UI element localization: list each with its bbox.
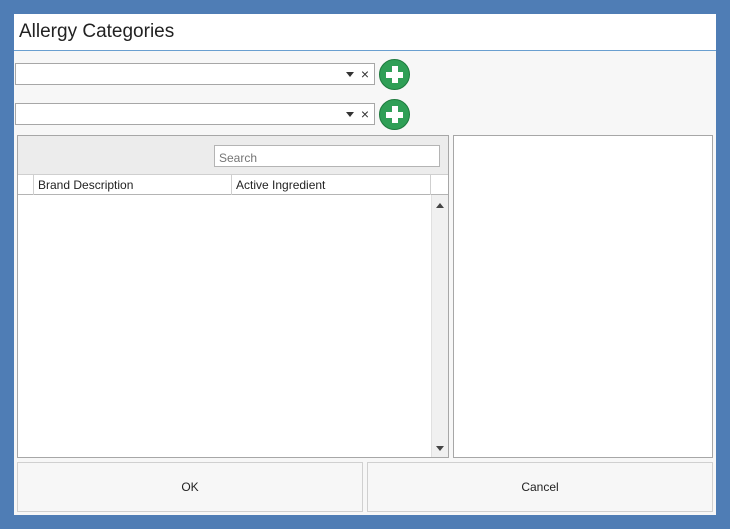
plus-icon-vertical	[392, 66, 398, 83]
row-indicator-header[interactable]	[18, 175, 34, 195]
close-icon[interactable]: ×	[359, 65, 371, 83]
plus-icon-vertical	[392, 106, 398, 123]
title-bar: Allergy Categories	[14, 14, 716, 51]
chevron-down-icon[interactable]	[346, 72, 354, 77]
column-header-active-ingredient[interactable]: Active Ingredient	[232, 175, 431, 195]
dialog-title: Allergy Categories	[19, 21, 175, 42]
add-category-button-2[interactable]	[379, 99, 410, 130]
scroll-down-icon[interactable]	[436, 446, 444, 451]
close-icon[interactable]: ×	[359, 105, 371, 123]
medication-grid: Brand Description Active Ingredient	[17, 135, 449, 458]
cancel-button[interactable]: Cancel	[367, 462, 713, 512]
column-header-brand-description[interactable]: Brand Description	[34, 175, 232, 195]
add-category-button-1[interactable]	[379, 59, 410, 90]
category-combo-2[interactable]: ×	[15, 103, 375, 125]
ok-button[interactable]: OK	[17, 462, 363, 512]
search-input[interactable]	[214, 145, 440, 167]
grid-toolbar	[18, 136, 448, 174]
chevron-down-icon[interactable]	[346, 112, 354, 117]
vertical-scrollbar[interactable]	[431, 195, 448, 457]
scroll-up-icon[interactable]	[436, 203, 444, 208]
grid-header: Brand Description Active Ingredient	[18, 174, 448, 195]
allergy-categories-dialog: Allergy Categories × × Brand Description…	[14, 14, 716, 515]
selected-items-panel[interactable]	[453, 135, 713, 458]
category-combo-1[interactable]: ×	[15, 63, 375, 85]
